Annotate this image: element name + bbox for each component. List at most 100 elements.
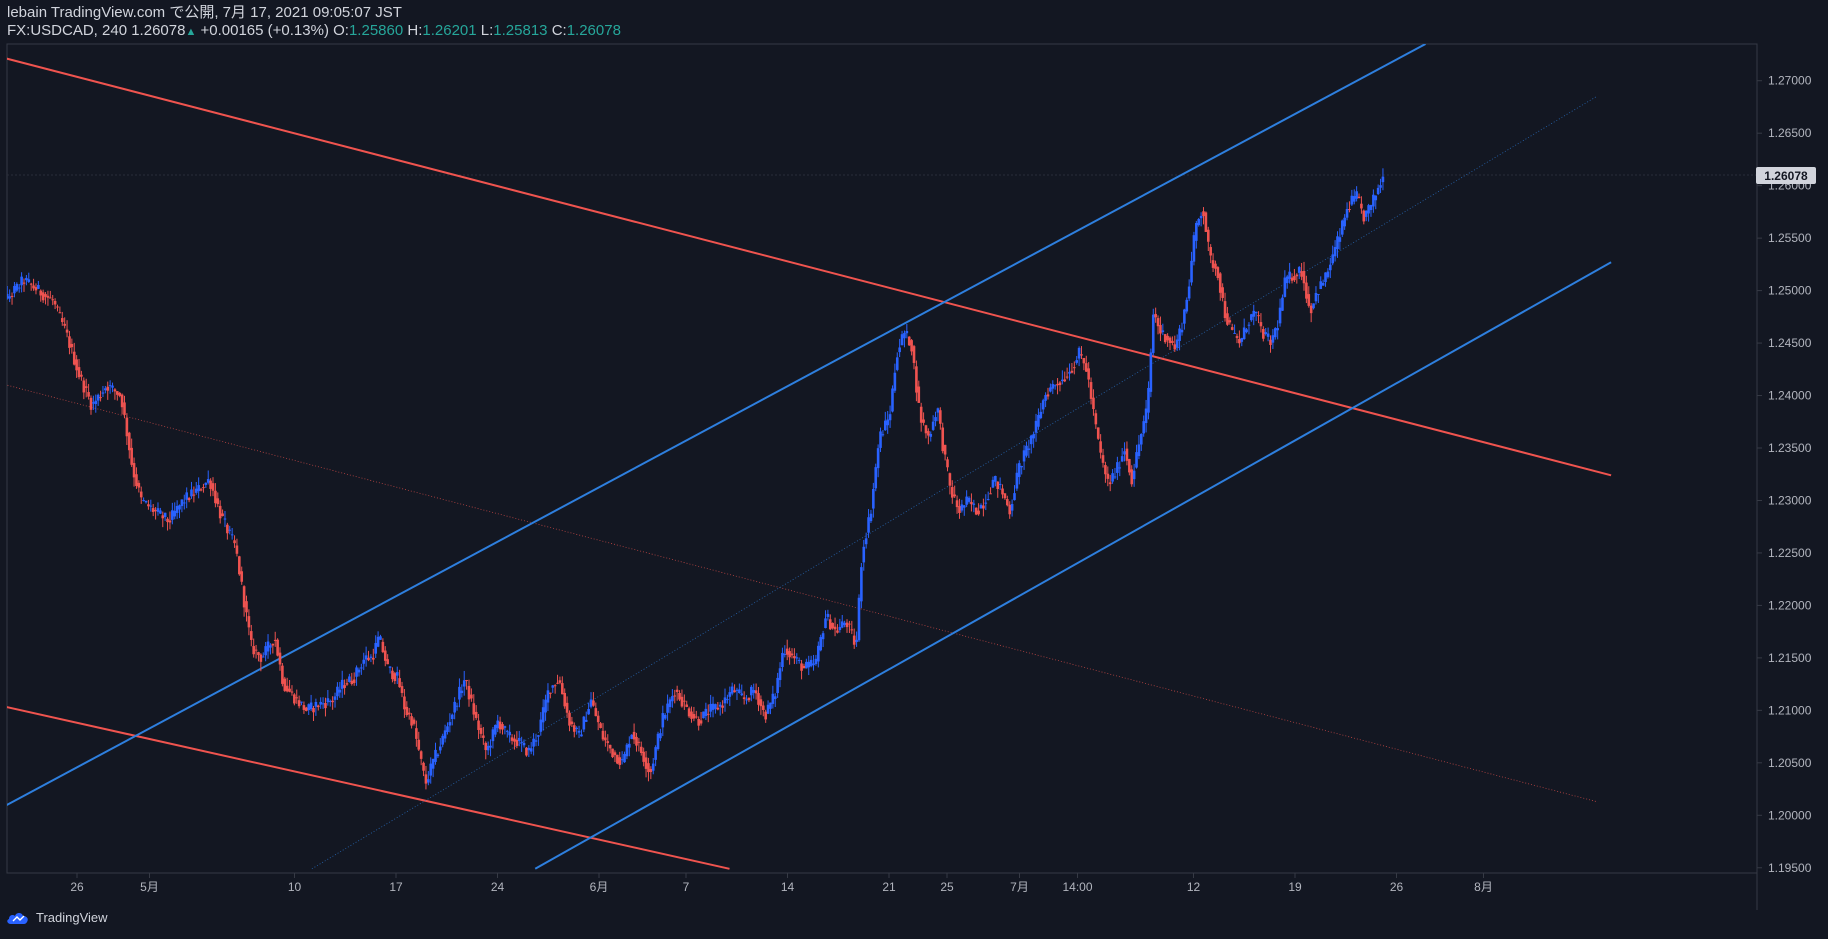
candle-body [852,635,856,645]
candle-body [1161,330,1165,332]
candle-body [7,293,9,299]
candle-body [479,728,483,734]
candle-body [1240,337,1244,342]
candle-body [343,685,346,688]
candle-body [919,406,923,423]
candle-body [967,497,971,502]
candle-body [1262,329,1265,339]
candle-body [848,623,851,625]
candle-body [893,372,897,391]
candle-body [589,699,593,707]
candle-body [1204,212,1208,232]
candle-body [431,758,435,769]
candle-body [534,740,538,742]
candle-body [1312,303,1315,309]
candle-body [1317,293,1320,295]
candle-body [75,359,78,371]
candle-body [300,701,303,703]
candle-body [996,481,1000,489]
candle-body [809,659,813,667]
candle-body [888,414,892,421]
candle-body [1273,328,1277,338]
candle-body [68,336,71,348]
mid-blue-line[interactable] [311,96,1597,870]
price-axis[interactable]: 1.270001.265001.260001.255001.250001.245… [1757,74,1812,875]
candle-body [319,701,322,705]
x-tick-label: 26 [1390,880,1404,894]
upper-blue-line[interactable] [0,44,1426,837]
candle-body [733,690,736,693]
candle-body [257,652,260,656]
candle-body [37,285,40,289]
candle-body [826,613,830,617]
candle-body [1269,339,1272,345]
candle-body [498,721,502,730]
candle-body [747,697,751,701]
candle-body [125,417,129,437]
candle-body [235,545,239,554]
candle-body [314,701,318,707]
candle-body [460,690,464,694]
candle-body [702,711,705,719]
candle-body [321,703,325,705]
candle-body [1077,347,1081,359]
candle-body [1309,305,1313,314]
candle-body [1094,413,1098,425]
candle-body [271,643,275,646]
tradingview-logo[interactable]: TradingView [6,910,108,925]
candle-body [316,705,320,708]
candle-body [1252,310,1256,317]
candle-body [692,714,696,719]
candle-body [417,739,421,750]
candle-body [872,489,875,509]
candle-body [434,749,437,762]
lower-blue-line[interactable] [534,261,1612,870]
candle-body [1132,470,1136,480]
candle-body [795,657,799,659]
candle-body [1084,363,1088,372]
candle-body [716,707,720,710]
candle-body [953,494,956,497]
candle-body [379,636,382,640]
candle-body [1104,465,1107,475]
candle-body [324,703,327,709]
candle-body [735,689,739,691]
time-axis[interactable]: 26 5月 10 17 24 6月 7 14 21 25 7月 14:00 12 19 26 8月 [70,873,1493,894]
candle-body [1151,314,1155,353]
candle-body [403,696,406,710]
candle-body [855,639,858,643]
candle-body [1027,448,1031,450]
candle-body [778,668,782,681]
candle-body [1324,272,1327,283]
candle-body [372,657,375,660]
candle-body [1374,195,1378,201]
candle-body [1113,476,1117,478]
candle-body [1381,176,1385,183]
candle-body [58,312,62,314]
candle-body [879,431,882,448]
candle-body [752,690,756,693]
candle-body [982,505,985,509]
lower-red-line[interactable] [0,694,730,870]
candle-body [1250,314,1253,321]
upper-red-line[interactable] [0,43,1612,477]
candle-body [642,751,645,762]
candle-body [828,619,832,630]
price-chart[interactable]: 1.270001.265001.260001.255001.250001.245… [0,0,1828,939]
candle-body [216,498,220,505]
candle-body [1319,281,1323,290]
candle-body [446,726,449,732]
candle-body [611,748,614,758]
candle-body [17,287,21,289]
candle-body [1106,473,1110,479]
candle-body [584,719,588,722]
candle-body [278,652,282,665]
candle-body [163,512,167,518]
candle-body [857,597,861,641]
candle-body [537,735,540,737]
candle-body [1128,459,1131,473]
mid-red-line[interactable] [0,369,1597,803]
candle-body [680,696,684,707]
candle-body [766,704,770,714]
candle-body [1293,276,1296,281]
